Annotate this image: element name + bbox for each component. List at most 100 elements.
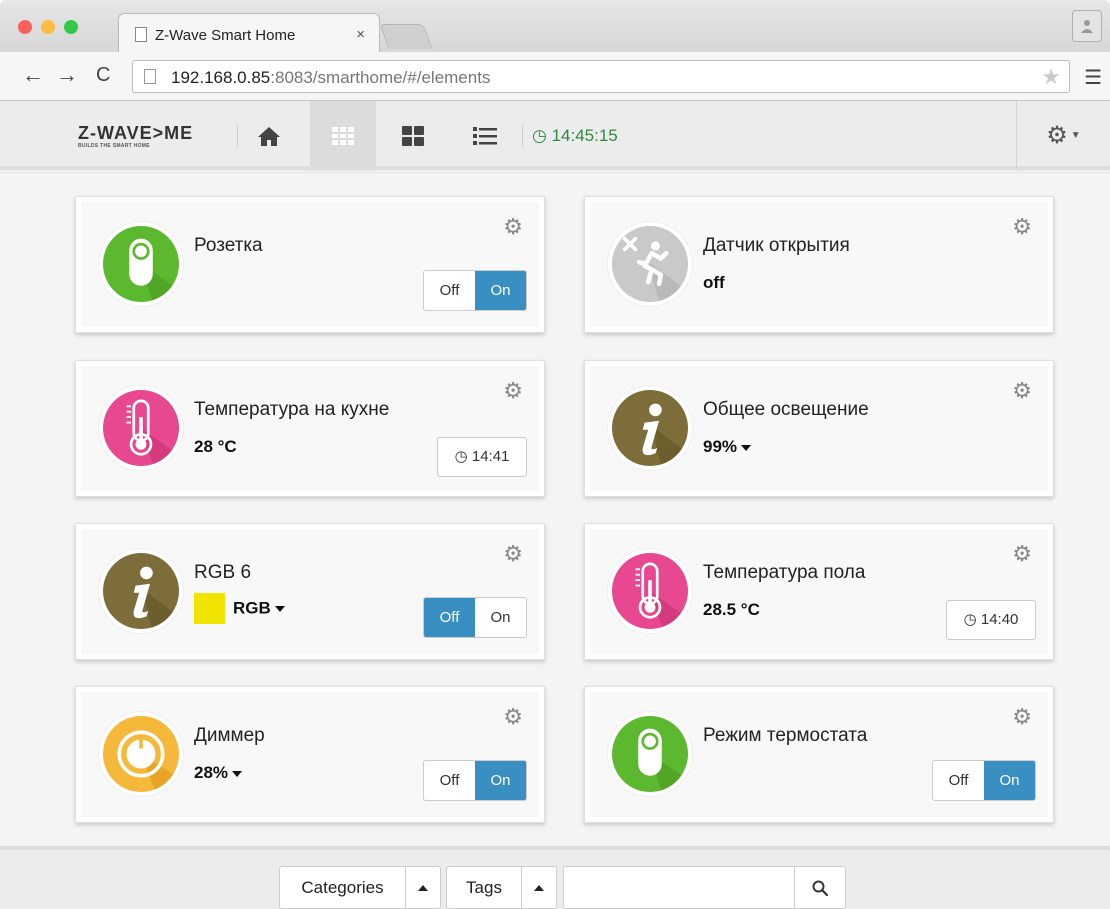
close-window-button[interactable] bbox=[18, 20, 32, 34]
home-nav-button[interactable] bbox=[236, 101, 302, 170]
card-settings-gear-icon[interactable]: ⚙ bbox=[1012, 214, 1032, 240]
settings-menu-button[interactable]: ⚙ ▼ bbox=[1016, 101, 1110, 170]
dashboard-icon bbox=[402, 125, 424, 146]
on-button[interactable]: On bbox=[984, 761, 1035, 800]
clock-icon: ◷ bbox=[532, 126, 547, 145]
categories-button[interactable]: Categories bbox=[279, 866, 406, 909]
info-icon bbox=[608, 386, 692, 470]
window-controls bbox=[18, 20, 78, 34]
page-icon bbox=[135, 27, 147, 42]
card-settings-gear-icon[interactable]: ⚙ bbox=[1012, 378, 1032, 404]
elements-grid-nav-button[interactable] bbox=[310, 101, 376, 170]
minimize-window-button[interactable] bbox=[41, 20, 55, 34]
browser-tab[interactable]: Z-Wave Smart Home × bbox=[118, 13, 380, 53]
card-settings-gear-icon[interactable]: ⚙ bbox=[1012, 704, 1032, 730]
card-settings-gear-icon[interactable]: ⚙ bbox=[503, 704, 523, 730]
color-swatch[interactable] bbox=[194, 593, 225, 624]
door-sensor-icon bbox=[608, 222, 692, 306]
card-value: 28% bbox=[194, 763, 229, 782]
card-value: 99% bbox=[703, 437, 738, 456]
card-body: Диммер 28% ⚙ Off On bbox=[81, 692, 539, 817]
reload-icon[interactable]: C bbox=[96, 64, 110, 86]
home-icon bbox=[258, 126, 280, 146]
list-nav-button[interactable] bbox=[452, 101, 518, 170]
element-card: Датчик открытия off ⚙ bbox=[584, 196, 1054, 333]
browser-menu-icon[interactable]: ☰ bbox=[1084, 65, 1102, 90]
switch-icon bbox=[608, 712, 692, 796]
update-time-button[interactable]: ◷ 14:40 bbox=[946, 600, 1036, 640]
card-title: Температура на кухне bbox=[194, 399, 390, 420]
grid-icon bbox=[332, 126, 354, 145]
thermometer-icon bbox=[608, 549, 692, 633]
tab-close-icon[interactable]: × bbox=[356, 26, 365, 43]
tags-button[interactable]: Tags bbox=[446, 866, 522, 909]
on-off-toggle: Off On bbox=[932, 760, 1036, 801]
clock-icon: ◷ bbox=[454, 448, 468, 465]
categories-toggle[interactable] bbox=[405, 866, 441, 909]
card-body: RGB 6 RGB ⚙ Off On bbox=[81, 529, 539, 654]
caret-down-icon bbox=[274, 605, 285, 612]
forward-arrow-icon[interactable]: → bbox=[56, 64, 78, 86]
element-card: Температура на кухне 28 °C ⚙ ◷ 14:41 bbox=[75, 360, 545, 497]
tags-toggle[interactable] bbox=[521, 866, 557, 909]
card-title: Режим термостата bbox=[703, 725, 868, 746]
rgb-dropdown[interactable]: RGB bbox=[194, 593, 285, 624]
chevron-down-icon: ▼ bbox=[1070, 130, 1081, 141]
element-card: RGB 6 RGB ⚙ Off On bbox=[75, 523, 545, 660]
browser-window: Z-Wave Smart Home × ← → C 192.168.0.85:8… bbox=[0, 0, 1110, 909]
url-text: 192.168.0.85:8083/smarthome/#/elements bbox=[171, 68, 490, 88]
card-title: RGB 6 bbox=[194, 562, 252, 583]
address-bar-row: ← → C 192.168.0.85:8083/smarthome/#/elem… bbox=[0, 52, 1110, 101]
card-body: Режим термостата ⚙ Off On bbox=[590, 692, 1048, 817]
update-time: 14:41 bbox=[471, 448, 510, 465]
card-settings-gear-icon[interactable]: ⚙ bbox=[503, 214, 523, 240]
card-settings-gear-icon[interactable]: ⚙ bbox=[503, 541, 523, 567]
list-icon bbox=[473, 126, 497, 145]
on-button[interactable]: On bbox=[475, 761, 526, 800]
on-button[interactable]: On bbox=[475, 271, 526, 310]
card-settings-gear-icon[interactable]: ⚙ bbox=[503, 378, 523, 404]
maximize-window-button[interactable] bbox=[64, 20, 78, 34]
filter-bar: Categories Tags bbox=[0, 846, 1110, 909]
card-body: Температура пола 28.5 °C ⚙ ◷ 14:40 bbox=[590, 529, 1048, 654]
url-field[interactable]: 192.168.0.85:8083/smarthome/#/elements ★ bbox=[132, 60, 1070, 93]
dashboard-nav-button[interactable] bbox=[380, 101, 446, 170]
on-button[interactable]: On bbox=[475, 598, 526, 637]
off-button[interactable]: Off bbox=[424, 761, 475, 800]
info-icon bbox=[99, 549, 183, 633]
update-time-button[interactable]: ◷ 14:41 bbox=[437, 437, 527, 477]
gear-icon: ⚙ bbox=[1046, 122, 1068, 149]
element-card: Режим термостата ⚙ Off On bbox=[584, 686, 1054, 823]
off-button[interactable]: Off bbox=[424, 271, 475, 310]
tab-bar: Z-Wave Smart Home × bbox=[0, 0, 1110, 53]
level-dropdown[interactable]: 28% bbox=[194, 763, 243, 783]
search-button[interactable] bbox=[794, 866, 846, 909]
card-value: 28.5 °C bbox=[703, 600, 760, 619]
off-button[interactable]: Off bbox=[933, 761, 984, 800]
logo-tagline: BUILDS THE SMART HOME bbox=[78, 143, 150, 149]
caret-up-icon bbox=[534, 884, 544, 891]
search-input[interactable] bbox=[563, 866, 795, 909]
tab-title: Z-Wave Smart Home bbox=[155, 27, 296, 44]
card-title: Температура пола bbox=[703, 562, 866, 583]
clock-time: 14:45:15 bbox=[551, 126, 618, 145]
card-title: Общее освещение bbox=[703, 399, 869, 420]
profile-icon[interactable] bbox=[1072, 10, 1102, 42]
divider bbox=[522, 125, 523, 147]
element-card: Общее освещение 99% ⚙ bbox=[584, 360, 1054, 497]
caret-down-icon bbox=[741, 444, 752, 451]
card-settings-gear-icon[interactable]: ⚙ bbox=[1012, 541, 1032, 567]
card-value: off bbox=[703, 273, 725, 292]
zwave-logo[interactable]: Z-WAVE>ME BUILDS THE SMART HOME bbox=[78, 123, 193, 149]
bookmark-star-icon[interactable]: ★ bbox=[1041, 64, 1061, 90]
on-off-toggle: Off On bbox=[423, 270, 527, 311]
url-host: 192.168.0.85 bbox=[171, 68, 271, 87]
search-icon bbox=[812, 880, 828, 896]
back-arrow-icon[interactable]: ← bbox=[22, 64, 44, 86]
card-title: Датчик открытия bbox=[703, 235, 850, 256]
new-tab-button[interactable] bbox=[379, 24, 433, 49]
card-body: Температура на кухне 28 °C ⚙ ◷ 14:41 bbox=[81, 366, 539, 491]
logo-text: Z-WAVE>ME bbox=[78, 123, 194, 143]
level-dropdown[interactable]: 99% bbox=[703, 437, 752, 457]
off-button[interactable]: Off bbox=[424, 598, 475, 637]
